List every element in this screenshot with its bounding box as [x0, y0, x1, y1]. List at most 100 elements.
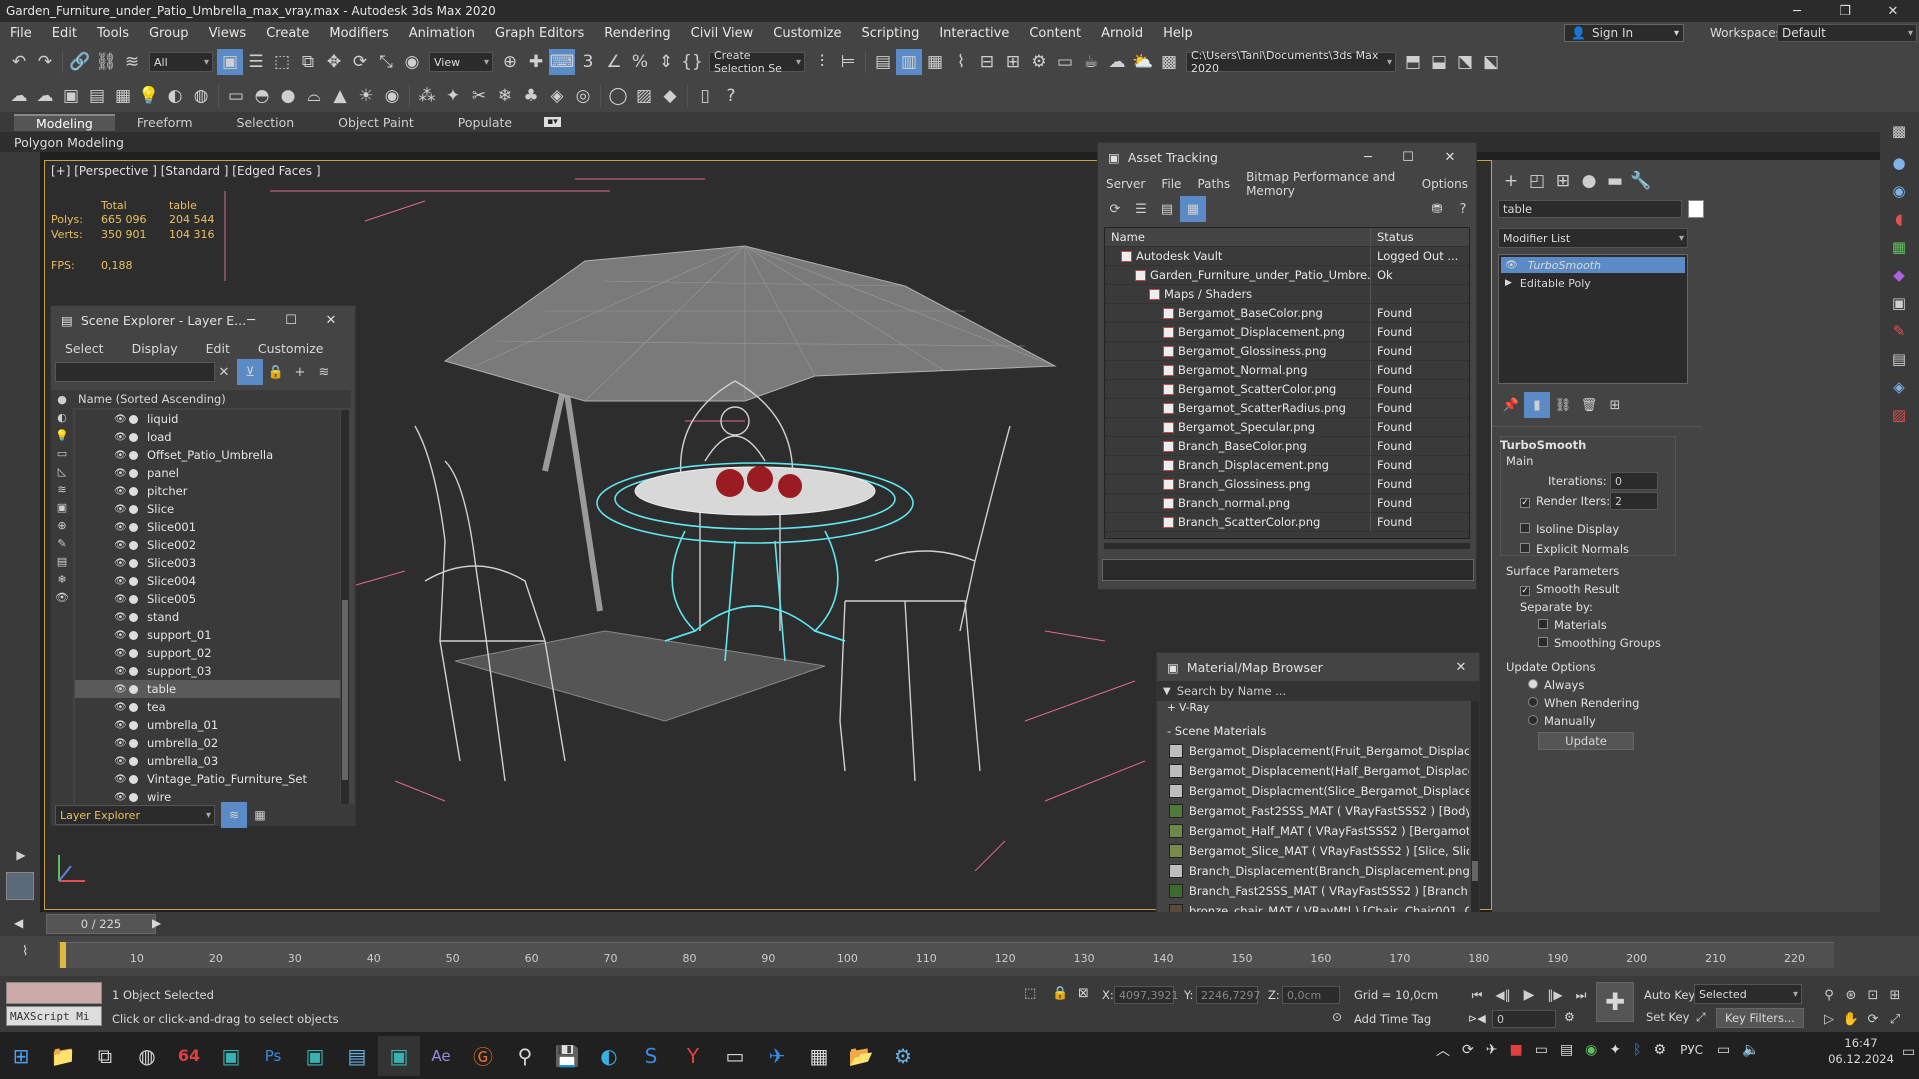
named-selection-dropdown[interactable]: Create Selection Se	[709, 49, 805, 75]
vray-material-icon[interactable]: ◍	[188, 83, 214, 109]
pivot-center-icon[interactable]: ⊕	[497, 49, 523, 75]
close-button[interactable]: ✕	[1430, 143, 1470, 171]
placement-icon[interactable]: ◉	[399, 49, 425, 75]
snaps-toggle-icon[interactable]: 3	[575, 49, 601, 75]
start-icon[interactable]: ⊞	[0, 1036, 42, 1076]
list-item[interactable]: 👁 stand	[75, 608, 340, 626]
tray-language[interactable]: РУС	[1680, 1043, 1703, 1057]
display-containers-icon[interactable]: ▤	[51, 552, 73, 570]
render-dot-icon[interactable]	[129, 432, 138, 442]
render-online-icon[interactable]: ⛅	[1130, 49, 1156, 75]
menu-file[interactable]: File	[0, 26, 42, 41]
table-row[interactable]: Branch_ScatterColor.png Found	[1105, 513, 1469, 532]
menu-help[interactable]: Help	[1153, 26, 1203, 41]
folder-icon[interactable]: 📂	[840, 1036, 882, 1076]
terminal-icon[interactable]: ▭	[714, 1036, 756, 1076]
vray-volume-icon[interactable]: ❄	[492, 83, 518, 109]
render-dot-icon[interactable]	[129, 576, 138, 586]
list-item[interactable]: 👁 umbrella_01	[75, 716, 340, 734]
key-tangent-icon[interactable]: ⤢	[1696, 1010, 1706, 1025]
vault-icon[interactable]: ⛃	[1424, 196, 1450, 222]
modifier-list-dropdown[interactable]: Modifier List	[1498, 228, 1688, 248]
3dsmax-active-icon[interactable]: ▣	[378, 1035, 420, 1076]
tray-network-icon[interactable]: ▭	[1717, 1042, 1730, 1058]
smooth-result-checkbox[interactable]: ✓ Smooth Result	[1520, 582, 1620, 596]
next-frame-icon[interactable]: ‖▶	[1542, 982, 1568, 1008]
layers-icon[interactable]: ≋	[311, 359, 337, 385]
table-row[interactable]: Garden_Furniture_under_Patio_Umbre... Ok	[1105, 266, 1469, 285]
notepad-icon[interactable]: ▤	[336, 1036, 378, 1076]
table-row[interactable]: Bergamot_Displacement.png Found	[1105, 323, 1469, 342]
box-icon[interactable]: ▣	[1886, 290, 1912, 316]
minimize-button[interactable]: ─	[1348, 143, 1388, 171]
modify-tab-icon[interactable]: ◰	[1524, 168, 1550, 194]
spinner-snap-icon[interactable]: ⇕	[653, 49, 679, 75]
list-item[interactable]: 👁 Slice	[75, 500, 340, 518]
visibility-eye-icon[interactable]: 👁	[114, 576, 127, 587]
zoom-extents-all-icon[interactable]: ⊞	[1884, 982, 1906, 1008]
tray-gear-icon[interactable]: ⚙	[1654, 1042, 1667, 1058]
zoom-icon[interactable]: ⚲	[1818, 982, 1840, 1008]
photoshop-icon[interactable]: Ps	[252, 1036, 294, 1076]
render-dot-icon[interactable]	[129, 792, 138, 802]
visibility-eye-icon[interactable]: 👁	[114, 468, 127, 479]
help-icon[interactable]: ?	[1450, 196, 1476, 222]
zoom-all-icon[interactable]: ⊛	[1840, 982, 1862, 1008]
vray-mesh-icon[interactable]: ◎	[570, 83, 596, 109]
visibility-eye-icon[interactable]: 👁	[114, 504, 127, 515]
visibility-eye-icon[interactable]: 👁	[114, 702, 127, 713]
x-coordinate-field[interactable]: 4097,3921	[1114, 986, 1179, 1004]
telegram-icon[interactable]: ✈	[756, 1036, 798, 1076]
always-radio[interactable]: Always	[1528, 678, 1584, 692]
maximize-button[interactable]: ❐	[1822, 0, 1868, 22]
asset-tracking-titlebar[interactable]: ▣ Asset Tracking ─ ☐ ✕	[1098, 143, 1476, 171]
render-dot-icon[interactable]	[129, 666, 138, 676]
angle-snap-icon[interactable]: ∠	[601, 49, 627, 75]
refresh-icon[interactable]: ⟳	[1102, 196, 1128, 222]
app-64-icon[interactable]: 64	[168, 1036, 210, 1076]
display-xrefs-icon[interactable]: ⊕	[51, 516, 73, 534]
render-dot-icon[interactable]	[129, 738, 138, 748]
render-dot-icon[interactable]	[129, 486, 138, 496]
tray-volume-icon[interactable]: 🔈	[1742, 1042, 1759, 1058]
tray-send-icon[interactable]: ✈	[1486, 1042, 1498, 1058]
time-back-icon[interactable]: ◀	[14, 916, 23, 930]
tab-selection[interactable]: Selection	[215, 115, 317, 130]
layer-explorer-icon[interactable]: ▥	[896, 49, 922, 75]
menu-options[interactable]: Options	[1414, 177, 1476, 191]
layers-grid-icon[interactable]: ▦	[247, 802, 273, 828]
go-to-end-icon[interactable]: ⏭	[1568, 982, 1594, 1008]
visibility-eye-icon[interactable]: 👁	[114, 684, 127, 695]
utilities-tab-icon[interactable]: 🔧	[1628, 168, 1654, 194]
move-icon[interactable]: ✥	[321, 49, 347, 75]
display-helpers-icon[interactable]: ◺	[51, 462, 73, 480]
material-item[interactable]: Branch_Fast2SSS_MAT ( VRayFastSSS2 ) [Br…	[1165, 881, 1469, 901]
column-header[interactable]: Name (Sorted Ascending)	[51, 390, 351, 408]
maximize-viewport-icon[interactable]: ⤢	[1884, 1006, 1906, 1032]
visibility-eye-icon[interactable]: 👁	[1505, 260, 1518, 271]
after-effects-icon[interactable]: Ae	[420, 1036, 462, 1076]
vray-fur-icon[interactable]: ⁂	[414, 83, 440, 109]
table-view-icon[interactable]: ▦	[1180, 196, 1206, 222]
menu-group[interactable]: Group	[139, 26, 199, 41]
visibility-eye-icon[interactable]: 👁	[114, 738, 127, 749]
add-time-tag[interactable]: Add Time Tag	[1354, 1012, 1431, 1026]
time-tag-icon[interactable]: ⊙	[1332, 1010, 1342, 1024]
visibility-eye-icon[interactable]: 👁	[114, 594, 127, 605]
keyboard-shortcut-icon[interactable]: ⌨	[549, 49, 575, 75]
minimize-button[interactable]: ─	[231, 306, 271, 334]
vray-doc-icon[interactable]: ▯	[692, 83, 718, 109]
redo-icon[interactable]: ↷	[32, 49, 58, 75]
rect-selection-icon[interactable]: ⬚	[269, 49, 295, 75]
tray-green-icon[interactable]: ◉	[1585, 1042, 1597, 1058]
tray-screen-icon[interactable]: ▤	[1560, 1042, 1573, 1058]
vray-clipper-icon[interactable]: ✂	[466, 83, 492, 109]
col-status[interactable]: Status	[1371, 228, 1469, 246]
tray-sparkle-icon[interactable]: ✦	[1609, 1042, 1621, 1058]
key-filters-button[interactable]: Key Filters...	[1716, 1008, 1804, 1028]
project-extra-icon[interactable]: ⬕	[1478, 49, 1504, 75]
close-button[interactable]: ✕	[1870, 0, 1916, 22]
undo-icon[interactable]: ↶	[6, 49, 32, 75]
rotate-icon[interactable]: ⟳	[347, 49, 373, 75]
render-dot-icon[interactable]	[129, 684, 138, 694]
